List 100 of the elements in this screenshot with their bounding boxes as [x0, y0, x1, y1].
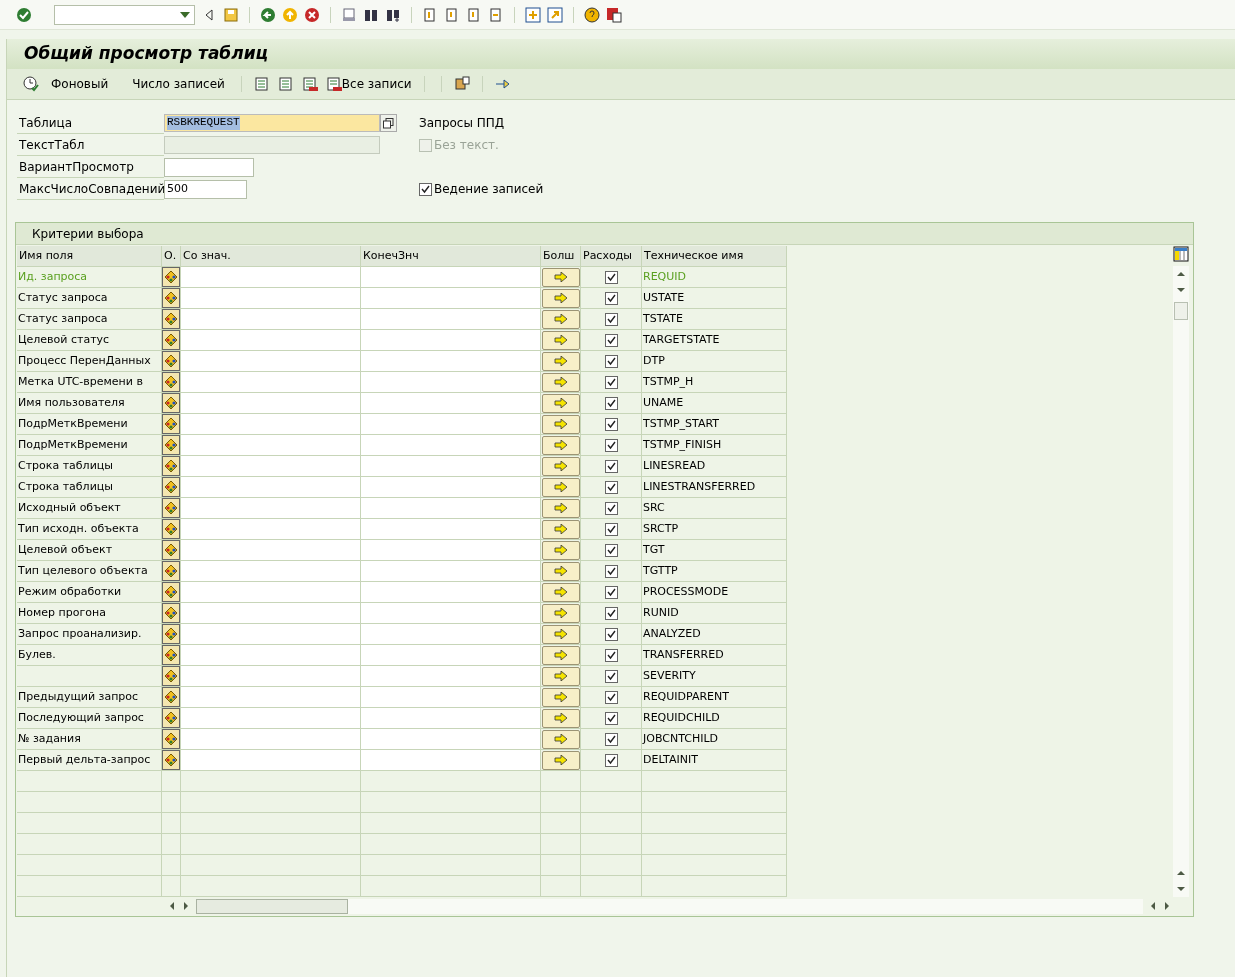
to-value-field[interactable] [361, 267, 541, 288]
from-value-field[interactable] [181, 750, 361, 771]
layout-icon[interactable] [606, 6, 622, 23]
column-header[interactable]: Со знач. [181, 246, 361, 267]
scroll-left-icon[interactable] [168, 901, 176, 911]
background-button[interactable]: Фоновый [19, 75, 113, 93]
multiple-selection-button[interactable] [541, 267, 580, 287]
from-value-field[interactable] [181, 561, 361, 582]
options-button[interactable] [162, 456, 180, 476]
branch-arrow-icon[interactable] [494, 76, 511, 92]
to-value-field[interactable] [361, 603, 541, 624]
column-header[interactable]: Расходы [581, 246, 642, 267]
options-button[interactable] [162, 435, 180, 455]
multiple-selection-button[interactable] [541, 372, 580, 392]
options-button[interactable] [162, 477, 180, 497]
to-value-field[interactable] [361, 687, 541, 708]
multiple-selection-button[interactable] [541, 393, 580, 413]
multiple-selection-button[interactable] [541, 330, 580, 350]
options-button[interactable] [162, 645, 180, 665]
to-value-field[interactable] [361, 519, 541, 540]
checkbox[interactable] [604, 585, 618, 599]
to-value-field[interactable] [361, 309, 541, 330]
checkbox[interactable] [604, 312, 618, 326]
multiple-selection-button[interactable] [541, 435, 580, 455]
options-button[interactable] [162, 519, 180, 539]
column-header[interactable]: О. [162, 246, 181, 267]
from-value-field[interactable] [181, 498, 361, 519]
scroll-right-icon[interactable] [1163, 901, 1171, 911]
to-value-field[interactable] [361, 288, 541, 309]
checkbox[interactable] [604, 501, 618, 515]
multiple-selection-button[interactable] [541, 351, 580, 371]
command-field[interactable] [54, 4, 195, 25]
scroll-right-icon[interactable] [182, 901, 190, 911]
to-value-field[interactable] [361, 582, 541, 603]
multiple-selection-button[interactable] [541, 603, 580, 623]
checkbox[interactable] [604, 522, 618, 536]
record-count-button[interactable]: Число записей [128, 75, 229, 93]
from-value-field[interactable] [181, 624, 361, 645]
from-value-field[interactable] [181, 519, 361, 540]
scroll-thumb[interactable] [1174, 302, 1188, 320]
multiple-selection-button[interactable] [541, 729, 580, 749]
checkbox[interactable] [604, 396, 618, 410]
multiple-selection-button[interactable] [541, 582, 580, 602]
checkbox[interactable] [604, 291, 618, 305]
checkbox[interactable] [604, 333, 618, 347]
multiple-selection-button[interactable] [541, 540, 580, 560]
multiple-selection-button[interactable] [541, 624, 580, 644]
options-button[interactable] [162, 603, 180, 623]
from-value-field[interactable] [181, 645, 361, 666]
to-value-field[interactable] [361, 561, 541, 582]
multiple-selection-button[interactable] [541, 309, 580, 329]
options-button[interactable] [162, 288, 180, 308]
scroll-thumb[interactable] [196, 898, 348, 914]
checkbox[interactable] [604, 459, 618, 473]
from-value-field[interactable] [181, 729, 361, 750]
to-value-field[interactable] [361, 414, 541, 435]
multiple-selection-button[interactable] [541, 645, 580, 665]
to-value-field[interactable] [361, 750, 541, 771]
from-value-field[interactable] [181, 708, 361, 729]
options-button[interactable] [162, 351, 180, 371]
checkbox[interactable] [604, 690, 618, 704]
multiple-selection-button[interactable] [541, 519, 580, 539]
to-value-field[interactable] [361, 645, 541, 666]
to-value-field[interactable] [361, 708, 541, 729]
multiple-selection-button[interactable] [541, 687, 580, 707]
checkbox[interactable] [604, 606, 618, 620]
checkbox[interactable] [604, 648, 618, 662]
checkbox[interactable] [604, 627, 618, 641]
from-value-field[interactable] [181, 351, 361, 372]
from-value-field[interactable] [181, 330, 361, 351]
to-value-field[interactable] [361, 498, 541, 519]
from-value-field[interactable] [181, 372, 361, 393]
checkbox[interactable] [604, 480, 618, 494]
checkbox[interactable] [604, 438, 618, 452]
options-button[interactable] [162, 393, 180, 413]
from-value-field[interactable] [181, 687, 361, 708]
from-value-field[interactable] [181, 603, 361, 624]
column-header[interactable]: КонечЗнч [361, 246, 541, 267]
options-button[interactable] [162, 267, 180, 287]
up-icon[interactable] [282, 6, 298, 23]
save-icon[interactable] [223, 6, 239, 23]
from-value-field[interactable] [181, 540, 361, 561]
vertical-scrollbar[interactable] [1173, 266, 1189, 897]
from-value-field[interactable] [181, 267, 361, 288]
from-value-field[interactable] [181, 288, 361, 309]
to-value-field[interactable] [361, 729, 541, 750]
column-header[interactable]: Болш [541, 246, 581, 267]
options-button[interactable] [162, 687, 180, 707]
shortcut-icon[interactable] [547, 6, 563, 23]
checkbox[interactable] [604, 375, 618, 389]
to-value-field[interactable] [361, 666, 541, 687]
checkbox[interactable] [604, 753, 618, 767]
from-value-field[interactable] [181, 666, 361, 687]
multiple-selection-button[interactable] [541, 414, 580, 434]
options-button[interactable] [162, 309, 180, 329]
to-value-field[interactable] [361, 351, 541, 372]
from-value-field[interactable] [181, 582, 361, 603]
to-value-field[interactable] [361, 477, 541, 498]
options-button[interactable] [162, 372, 180, 392]
checkbox[interactable] [604, 564, 618, 578]
